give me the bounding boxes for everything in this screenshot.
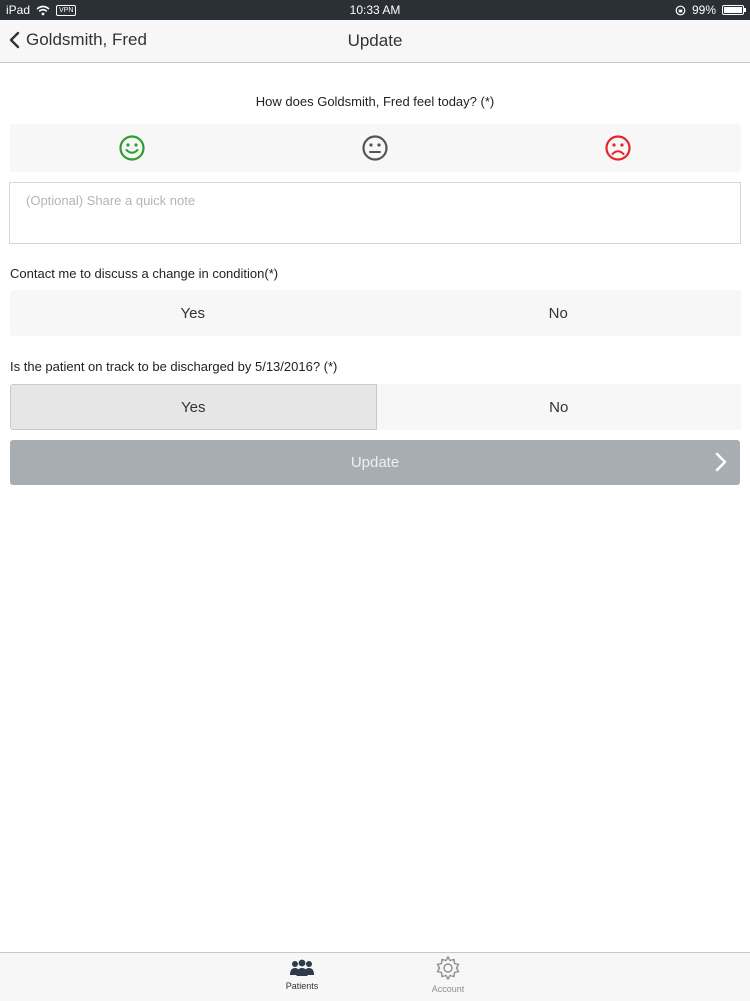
- gear-icon: [436, 955, 460, 981]
- note-field[interactable]: (Optional) Share a quick note: [9, 182, 741, 244]
- patients-icon: [290, 959, 314, 976]
- back-label: Goldsmith, Fred: [26, 30, 147, 49]
- mood-selector: [10, 124, 741, 172]
- tab-patients[interactable]: Patients: [262, 958, 342, 991]
- update-button-label: Update: [350, 454, 400, 471]
- navigation-bar: Goldsmith, Fred Update: [0, 20, 750, 63]
- battery-icon: [722, 5, 746, 15]
- discharge-question: Is the patient on track to be discharged…: [10, 359, 338, 374]
- sad-face-icon[interactable]: [604, 134, 632, 162]
- mood-question: How does Goldsmith, Fred feel today? (*): [255, 94, 495, 109]
- note-placeholder: (Optional) Share a quick note: [26, 193, 196, 208]
- contact-question: Contact me to discuss a change in condit…: [10, 266, 279, 281]
- status-right: 99%: [675, 3, 746, 17]
- tab-account-label: Account: [431, 984, 465, 994]
- status-bar: iPad VPN 10:33 AM 99%: [0, 0, 750, 20]
- update-button[interactable]: Update: [10, 440, 740, 485]
- back-button[interactable]: Goldsmith, Fred: [8, 30, 147, 50]
- chevron-right-icon: [715, 452, 727, 472]
- status-time: 10:33 AM: [349, 3, 401, 17]
- discharge-no-option[interactable]: No: [377, 384, 742, 430]
- contact-segmented-control: Yes No: [10, 290, 741, 336]
- tab-patients-label: Patients: [285, 981, 319, 991]
- tab-account[interactable]: Account: [408, 955, 488, 994]
- discharge-segmented-control: Yes No: [10, 384, 741, 430]
- rotation-lock-icon: [675, 5, 686, 15]
- discharge-yes-option[interactable]: Yes: [10, 384, 377, 430]
- neutral-face-icon[interactable]: [361, 134, 389, 162]
- contact-no-option[interactable]: No: [376, 290, 742, 336]
- battery-percent: 99%: [691, 3, 716, 17]
- tab-bar: Patients Account: [0, 952, 750, 1001]
- battery-fill: [724, 7, 742, 13]
- happy-face-icon[interactable]: [118, 134, 146, 162]
- chevron-left-icon: [9, 31, 20, 49]
- contact-yes-option[interactable]: Yes: [10, 290, 376, 336]
